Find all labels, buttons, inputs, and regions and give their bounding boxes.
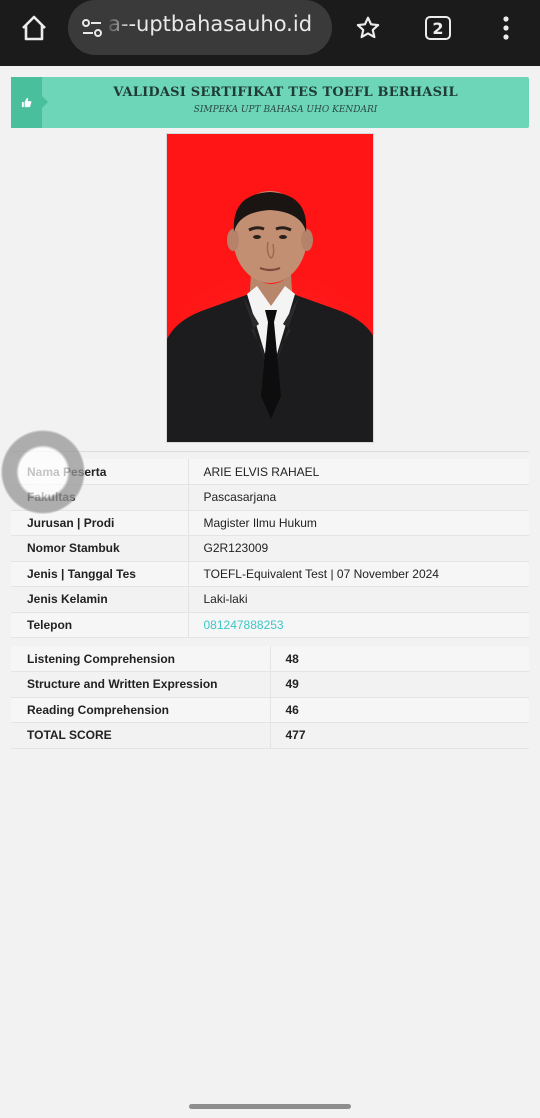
home-icon bbox=[22, 15, 46, 41]
star-icon bbox=[356, 16, 380, 39]
banner-icon-strip bbox=[11, 77, 42, 128]
score-label: Listening Comprehension bbox=[11, 646, 270, 672]
row-label: Nama Peserta bbox=[11, 459, 188, 485]
tab-count: 2 bbox=[432, 18, 444, 38]
row-label: Telepon bbox=[11, 612, 188, 638]
total-score-label: TOTAL SCORE bbox=[11, 722, 270, 749]
participant-photo bbox=[166, 133, 374, 443]
total-score-value: 477 bbox=[269, 722, 529, 749]
score-value: 46 bbox=[269, 697, 529, 723]
menu-icon bbox=[503, 16, 509, 40]
score-label: Reading Comprehension bbox=[11, 697, 270, 723]
browser-toolbar: a--uptbahasauho.id 2 bbox=[0, 0, 540, 66]
section-divider bbox=[11, 451, 529, 452]
bookmark-button[interactable] bbox=[342, 7, 394, 49]
score-value: 49 bbox=[269, 671, 529, 698]
row-value: Laki-laki bbox=[187, 586, 529, 613]
home-button[interactable] bbox=[8, 7, 60, 49]
table-row: Listening Comprehension 48 bbox=[11, 646, 529, 672]
site-settings-icon[interactable] bbox=[80, 16, 104, 40]
table-row: Fakultas Pascasarjana bbox=[11, 484, 529, 511]
table-row: Nomor Stambuk G2R123009 bbox=[11, 535, 529, 562]
score-value: 48 bbox=[269, 646, 529, 672]
row-label: Fakultas bbox=[11, 484, 188, 511]
scores-table: Listening Comprehension 48 Structure and… bbox=[11, 646, 529, 749]
row-label: Jenis Kelamin bbox=[11, 586, 188, 613]
url-text: a--uptbahasauho.id bbox=[108, 12, 313, 36]
row-value: ARIE ELVIS RAHAEL bbox=[187, 459, 529, 485]
table-row: TOTAL SCORE 477 bbox=[11, 722, 529, 749]
banner-title: VALIDASI SERTIFIKAT TES TOEFL BERHASIL bbox=[113, 85, 458, 100]
row-label: Jurusan | Prodi bbox=[11, 510, 188, 536]
row-value: Pascasarjana bbox=[187, 484, 529, 511]
url-fade bbox=[104, 0, 132, 55]
row-value: Magister Ilmu Hukum bbox=[187, 510, 529, 536]
gesture-navigation-bar[interactable] bbox=[189, 1104, 351, 1109]
table-row: Reading Comprehension 46 bbox=[11, 697, 529, 723]
row-label: Jenis | Tanggal Tes bbox=[11, 561, 188, 587]
row-value: TOEFL-Equivalent Test | 07 November 2024 bbox=[187, 561, 529, 587]
validation-banner: VALIDASI SERTIFIKAT TES TOEFL BERHASIL S… bbox=[11, 77, 529, 128]
table-row: Structure and Written Expression 49 bbox=[11, 671, 529, 698]
table-row: Jurusan | Prodi Magister Ilmu Hukum bbox=[11, 510, 529, 536]
table-row: Nama Peserta ARIE ELVIS RAHAEL bbox=[11, 459, 529, 485]
thumbs-up-icon bbox=[21, 97, 32, 108]
tab-switcher-button[interactable]: 2 bbox=[412, 7, 464, 49]
table-row: Telepon 081247888253 bbox=[11, 612, 529, 638]
address-bar[interactable]: a--uptbahasauho.id bbox=[68, 0, 332, 55]
tabs-icon: 2 bbox=[425, 16, 451, 40]
score-label: Structure and Written Expression bbox=[11, 671, 270, 698]
browser-menu-button[interactable] bbox=[480, 7, 532, 49]
portrait-illustration bbox=[167, 134, 373, 442]
phone-link[interactable]: 081247888253 bbox=[187, 612, 529, 638]
row-label: Nomor Stambuk bbox=[11, 535, 188, 562]
participant-info-table: Nama Peserta ARIE ELVIS RAHAEL Fakultas … bbox=[11, 459, 529, 638]
table-row: Jenis | Tanggal Tes TOEFL-Equivalent Tes… bbox=[11, 561, 529, 587]
banner-subtitle: SIMPEKA UPT BAHASA UHO KENDARI bbox=[193, 105, 378, 115]
row-value: G2R123009 bbox=[187, 535, 529, 562]
table-row: Jenis Kelamin Laki-laki bbox=[11, 586, 529, 613]
